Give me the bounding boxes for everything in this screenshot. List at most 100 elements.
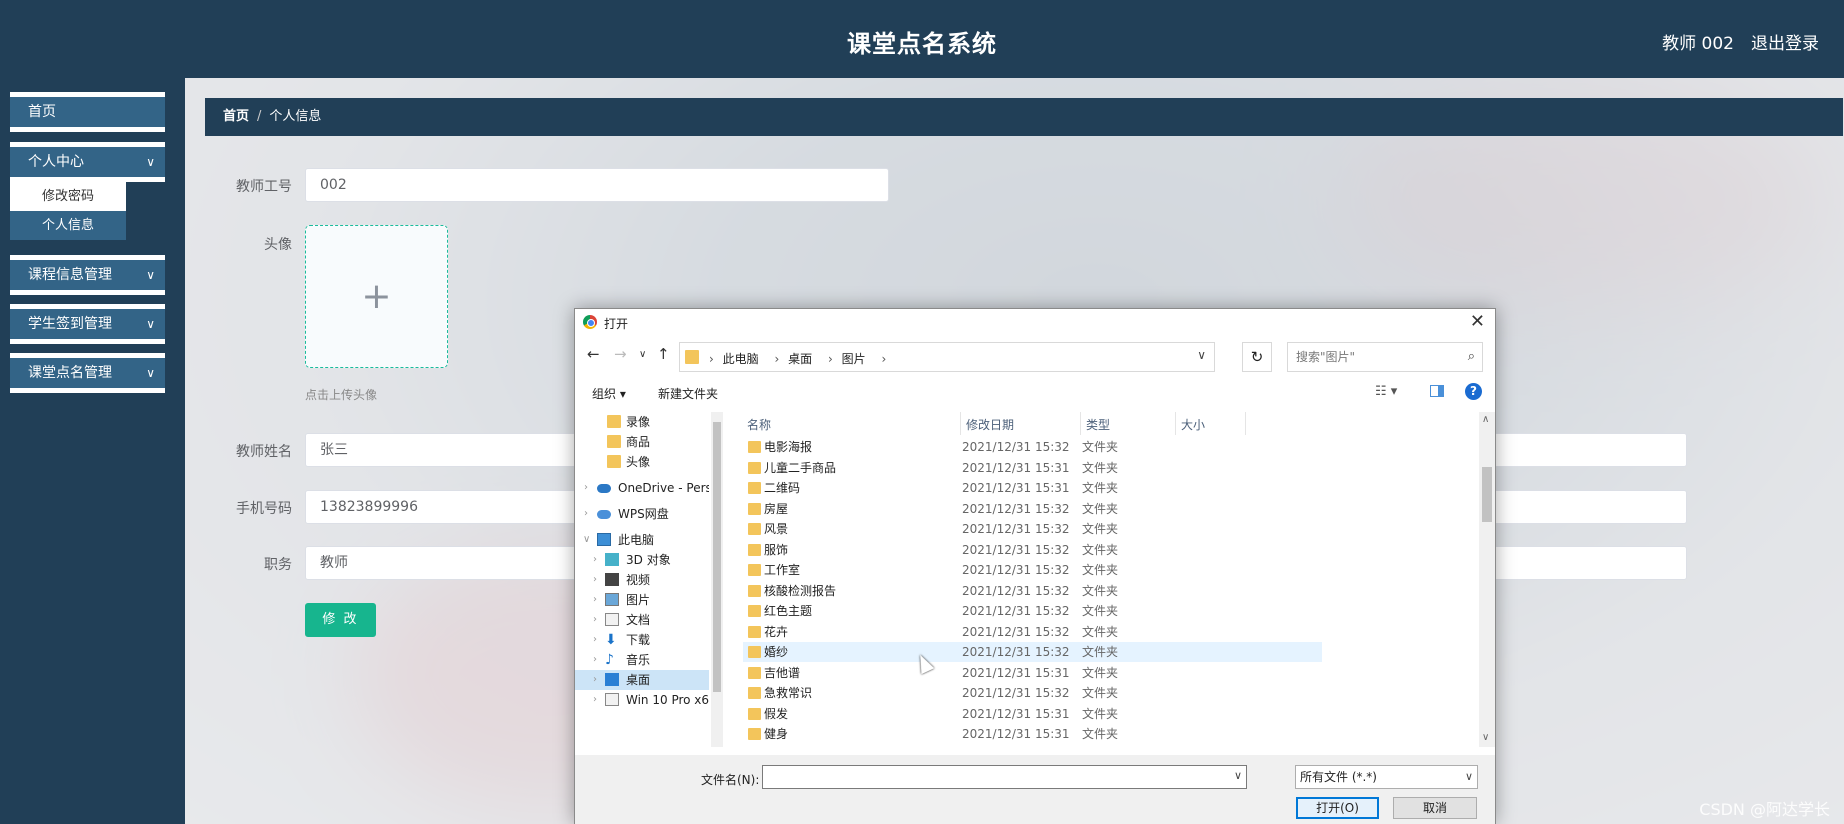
folder-icon — [748, 543, 761, 556]
cancel-button[interactable]: 取消 — [1393, 797, 1477, 819]
tree-item[interactable]: 录像 — [575, 412, 709, 432]
top-header: 课堂点名系统 教师 002 退出登录 — [0, 0, 1844, 78]
scrollbar-thumb[interactable] — [713, 422, 721, 692]
file-list-scrollbar[interactable]: ∧ ∨ — [1479, 412, 1495, 747]
chevron-right-icon[interactable]: › — [584, 478, 588, 498]
preview-pane-icon[interactable] — [1430, 385, 1444, 397]
chevron-right-icon[interactable]: › — [584, 504, 588, 524]
sidebar-item-home[interactable]: 首页 — [10, 92, 165, 132]
tree-item[interactable]: › ♪ 音乐 — [575, 650, 709, 670]
file-row[interactable]: 儿童二手商品 2021/12/31 15:31 文件夹 — [743, 458, 1322, 478]
scrollbar-thumb[interactable] — [1482, 467, 1492, 522]
tree-item[interactable]: › 视频 — [575, 570, 709, 590]
address-segment[interactable]: 图片 — [842, 352, 866, 366]
forward-arrow-icon[interactable]: → — [614, 345, 627, 363]
tree-item[interactable]: › WPS网盘 — [575, 504, 709, 524]
column-divider[interactable] — [1080, 412, 1081, 435]
file-row[interactable]: 健身 2021/12/31 15:31 文件夹 — [743, 724, 1322, 744]
tree-item[interactable]: › OneDrive - Perso — [575, 478, 709, 498]
tree-scrollbar[interactable] — [711, 412, 723, 747]
tree-item[interactable]: 商品 — [575, 432, 709, 452]
chevron-right-icon[interactable]: › — [593, 650, 597, 670]
address-segment[interactable]: 此电脑 — [723, 352, 759, 366]
back-arrow-icon[interactable]: ← — [587, 345, 600, 363]
refresh-icon[interactable]: ↻ — [1242, 342, 1272, 372]
tree-item[interactable]: › ⬇ 下载 — [575, 630, 709, 650]
video-icon — [605, 573, 619, 586]
tree-item[interactable]: 头像 — [575, 452, 709, 472]
search-input[interactable]: 搜索"图片" ⌕ — [1287, 342, 1483, 372]
chevron-right-icon[interactable]: › — [593, 550, 597, 570]
filetype-select[interactable]: 所有文件 (*.*) ∨ — [1295, 765, 1478, 789]
sidebar-item-signin-management[interactable]: 学生签到管理 ∨ — [10, 304, 165, 344]
tree-item[interactable]: › 3D 对象 — [575, 550, 709, 570]
tree-item-label: 下载 — [626, 633, 651, 647]
avatar-upload[interactable]: + — [305, 225, 448, 368]
column-divider[interactable] — [960, 412, 961, 435]
chevron-right-icon[interactable]: › — [593, 610, 597, 630]
chevron-right-icon[interactable]: › — [593, 690, 597, 710]
close-icon[interactable]: ✕ — [1470, 311, 1485, 332]
tree-item[interactable]: › Win 10 Pro x64 — [575, 690, 709, 710]
column-header-type[interactable]: 类型 — [1086, 416, 1110, 433]
new-folder-button[interactable]: 新建文件夹 — [658, 385, 718, 402]
breadcrumb-home[interactable]: 首页 — [223, 109, 249, 124]
file-row[interactable]: 花卉 2021/12/31 15:32 文件夹 — [743, 622, 1322, 642]
filename-input[interactable]: ∨ — [762, 765, 1247, 789]
organize-menu[interactable]: 组织 ▾ — [592, 385, 626, 402]
file-row[interactable]: 婚纱 2021/12/31 15:32 文件夹 — [743, 642, 1322, 662]
file-row[interactable]: 二维码 2021/12/31 15:31 文件夹 — [743, 478, 1322, 498]
address-segment[interactable]: 桌面 — [788, 352, 812, 366]
up-arrow-icon[interactable]: ↑ — [657, 345, 670, 363]
help-icon[interactable]: ? — [1465, 383, 1482, 400]
file-type: 文件夹 — [1082, 542, 1119, 557]
view-options-icon[interactable]: ☷ ▾ — [1375, 384, 1397, 399]
teacher-id-field[interactable]: 002 — [305, 168, 889, 202]
chevron-down-icon[interactable]: ∨ — [1234, 769, 1242, 782]
chevron-down-icon[interactable]: ∨ — [583, 530, 590, 550]
chevron-down-icon[interactable]: ∨ — [1197, 348, 1206, 362]
file-row[interactable]: 红色主题 2021/12/31 15:32 文件夹 — [743, 601, 1322, 621]
sidebar-subitem-change-password[interactable]: 修改密码 — [10, 182, 126, 211]
chevron-right-icon[interactable]: › — [593, 590, 597, 610]
column-header-size[interactable]: 大小 — [1181, 416, 1205, 433]
tree-item[interactable]: › 文档 — [575, 610, 709, 630]
open-button[interactable]: 打开(O) — [1296, 797, 1379, 819]
sidebar-item-personal-center[interactable]: 个人中心 ∨ — [10, 142, 165, 182]
file-row[interactable]: 假发 2021/12/31 15:31 文件夹 — [743, 704, 1322, 724]
file-row[interactable]: 吉他谱 2021/12/31 15:31 文件夹 — [743, 663, 1322, 683]
column-divider[interactable] — [1175, 412, 1176, 435]
scroll-up-icon[interactable]: ∧ — [1482, 414, 1489, 425]
sidebar-item-course-management[interactable]: 课程信息管理 ∨ — [10, 255, 165, 295]
file-row[interactable]: 核酸检测报告 2021/12/31 15:32 文件夹 — [743, 581, 1322, 601]
tree-item[interactable]: › 图片 — [575, 590, 709, 610]
tree-item[interactable]: ∨ 此电脑 — [575, 530, 709, 550]
file-row[interactable]: 风景 2021/12/31 15:32 文件夹 — [743, 519, 1322, 539]
file-row[interactable]: 工作室 2021/12/31 15:32 文件夹 — [743, 560, 1322, 580]
tree-item-selected[interactable]: › 桌面 — [575, 670, 709, 690]
chevron-right-icon[interactable]: › — [593, 670, 597, 690]
sidebar-item-label: 课程信息管理 — [28, 267, 112, 283]
sidebar-item-rollcall-management[interactable]: 课堂点名管理 ∨ — [10, 353, 165, 393]
dialog-title-bar: 打开 ✕ — [575, 309, 1495, 335]
logout-link[interactable]: 退出登录 — [1751, 29, 1819, 54]
file-row[interactable]: 服饰 2021/12/31 15:32 文件夹 — [743, 540, 1322, 560]
file-row[interactable]: 房屋 2021/12/31 15:32 文件夹 — [743, 499, 1322, 519]
edit-button[interactable]: 修 改 — [305, 603, 376, 637]
chevron-right-icon[interactable]: › — [593, 630, 597, 650]
scroll-down-icon[interactable]: ∨ — [1482, 732, 1489, 743]
tree-item-label: 头像 — [626, 455, 651, 469]
file-row[interactable]: 急救常识 2021/12/31 15:32 文件夹 — [743, 683, 1322, 703]
recent-locations-icon[interactable]: ∨ — [639, 349, 646, 360]
breadcrumb: 首页 / 个人信息 — [205, 98, 1843, 136]
column-header-date[interactable]: 修改日期 — [966, 416, 1014, 433]
column-header-name[interactable]: 名称 — [747, 416, 771, 433]
address-bar[interactable]: › 此电脑 › 桌面 › 图片 › ∨ — [679, 342, 1215, 372]
tree-item-label: Win 10 Pro x64 — [626, 693, 709, 707]
filetype-value: 所有文件 (*.*) — [1300, 770, 1377, 784]
column-divider[interactable] — [1245, 412, 1246, 435]
chevron-right-icon[interactable]: › — [593, 570, 597, 590]
file-row[interactable]: 电影海报 2021/12/31 15:32 文件夹 — [743, 437, 1322, 457]
teacher-id-label: 教师工号 — [236, 179, 292, 195]
sidebar-subitem-personal-info[interactable]: 个人信息 — [10, 211, 126, 240]
